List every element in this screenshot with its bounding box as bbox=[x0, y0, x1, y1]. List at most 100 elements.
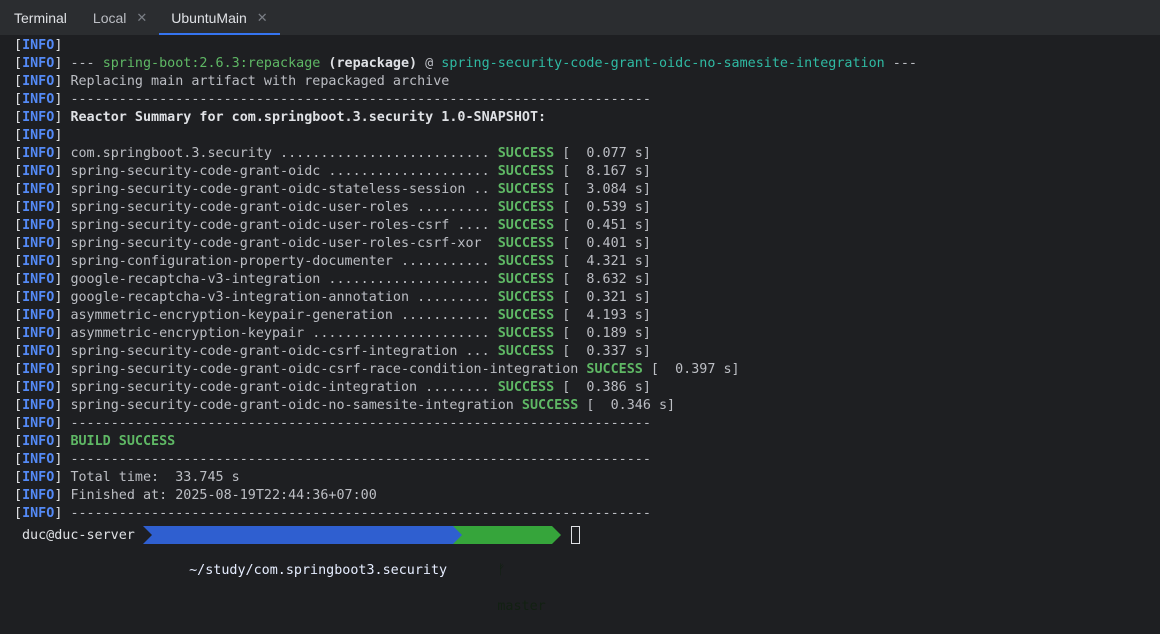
line-text: ----------------------------------------… bbox=[70, 452, 651, 467]
log-bracket: ] bbox=[54, 200, 71, 215]
line-text: [ 4.193 s] bbox=[554, 308, 651, 323]
log-bracket: ] bbox=[54, 236, 71, 251]
status-success: SUCCESS bbox=[497, 218, 555, 233]
status-success: SUCCESS bbox=[497, 146, 555, 161]
log-bracket: [ bbox=[14, 434, 23, 449]
terminal-output[interactable]: [INFO] [INFO] --- spring-boot:2.6.3:repa… bbox=[0, 36, 1160, 523]
terminal-line: [INFO] google-recaptcha-v3-integration-a… bbox=[14, 289, 1160, 307]
line-text: --- bbox=[884, 56, 917, 71]
terminal-line: [INFO] Finished at: 2025-08-19T22:44:36+… bbox=[14, 487, 1160, 505]
log-level: INFO bbox=[22, 506, 55, 521]
shell-prompt[interactable]: duc@duc-server ~/study/com.springboot3.s… bbox=[0, 525, 1160, 614]
log-bracket: ] bbox=[54, 92, 71, 107]
line-text: asymmetric-encryption-keypair ..........… bbox=[70, 326, 498, 341]
status-success: SUCCESS bbox=[497, 200, 555, 215]
terminal-line: [INFO] Replacing main artifact with repa… bbox=[14, 73, 1160, 91]
log-bracket: ] bbox=[54, 434, 71, 449]
log-bracket: [ bbox=[14, 362, 23, 377]
log-bracket: [ bbox=[14, 74, 23, 89]
terminal-cursor bbox=[570, 526, 580, 544]
line-text: [ 0.189 s] bbox=[554, 326, 651, 341]
log-bracket: [ bbox=[14, 200, 23, 215]
status-success: SUCCESS bbox=[497, 326, 555, 341]
prompt-git-segment: ᚠ master bbox=[453, 526, 552, 614]
log-bracket: ] bbox=[54, 290, 71, 305]
status-success: SUCCESS bbox=[497, 236, 555, 251]
log-bracket: [ bbox=[14, 380, 23, 395]
line-text: google-recaptcha-v3-integration ........… bbox=[70, 272, 498, 287]
close-icon[interactable]: ✕ bbox=[136, 10, 147, 26]
segment-separator-icon bbox=[142, 526, 152, 544]
log-bracket: ] bbox=[54, 470, 71, 485]
status-success: BUILD SUCCESS bbox=[70, 434, 176, 449]
line-text: ----------------------------------------… bbox=[70, 92, 651, 107]
line-text: [ 3.084 s] bbox=[554, 182, 651, 197]
line-text: ----------------------------------------… bbox=[70, 416, 651, 431]
log-level: INFO bbox=[22, 164, 55, 179]
log-bracket: ] bbox=[54, 38, 71, 53]
terminal-line: [INFO] spring-security-code-grant-oidc-u… bbox=[14, 217, 1160, 235]
log-bracket: [ bbox=[14, 506, 23, 521]
log-bracket: ] bbox=[54, 362, 71, 377]
log-level: INFO bbox=[22, 146, 55, 161]
log-bracket: ] bbox=[54, 110, 71, 125]
line-text: spring-security-code-grant-oidc ........… bbox=[70, 164, 498, 179]
terminal-line: [INFO] spring-configuration-property-doc… bbox=[14, 253, 1160, 271]
line-text: spring-configuration-property-documenter… bbox=[70, 254, 498, 269]
terminal-line: [INFO] spring-security-code-grant-oidc-u… bbox=[14, 199, 1160, 217]
log-bracket: [ bbox=[14, 164, 23, 179]
log-level: INFO bbox=[22, 56, 55, 71]
line-text: spring-security-code-grant-oidc-stateles… bbox=[70, 182, 498, 197]
log-level: INFO bbox=[22, 200, 55, 215]
log-bracket: [ bbox=[14, 92, 23, 107]
terminal-line: [INFO] bbox=[14, 37, 1160, 55]
log-bracket: [ bbox=[14, 470, 23, 485]
log-level: INFO bbox=[22, 38, 55, 53]
log-bracket: ] bbox=[54, 326, 71, 341]
log-bracket: [ bbox=[14, 38, 23, 53]
log-level: INFO bbox=[22, 308, 55, 323]
log-bracket: [ bbox=[14, 290, 23, 305]
line-text: com.springboot.3.security ..............… bbox=[70, 146, 498, 161]
log-bracket: ] bbox=[54, 272, 71, 287]
line-text: asymmetric-encryption-keypair-generation… bbox=[70, 308, 498, 323]
terminal-line: [INFO] spring-security-code-grant-oidc-i… bbox=[14, 379, 1160, 397]
tab-ubuntumain[interactable]: UbuntuMain ✕ bbox=[159, 0, 281, 35]
line-text: google-recaptcha-v3-integration-annotati… bbox=[70, 290, 498, 305]
status-success: SUCCESS bbox=[521, 398, 579, 413]
log-level: INFO bbox=[22, 434, 55, 449]
line-text: Total time: 33.745 s bbox=[70, 470, 240, 485]
line-text: spring-security-code-grant-oidc-integrat… bbox=[70, 380, 498, 395]
log-level: INFO bbox=[22, 362, 55, 377]
status-success: SUCCESS bbox=[497, 272, 555, 287]
terminal-line: [INFO] spring-security-code-grant-oidc-s… bbox=[14, 181, 1160, 199]
line-text: spring-security-code-grant-oidc-user-rol… bbox=[70, 200, 498, 215]
status-success: SUCCESS bbox=[497, 344, 555, 359]
log-level: INFO bbox=[22, 452, 55, 467]
terminal-line: [INFO] ---------------------------------… bbox=[14, 91, 1160, 109]
line-text: [ 0.401 s] bbox=[554, 236, 651, 251]
line-text: [ 0.077 s] bbox=[554, 146, 651, 161]
line-text: ----------------------------------------… bbox=[70, 506, 651, 521]
line-text: spring-security-code-grant-oidc-user-rol… bbox=[70, 218, 498, 233]
log-level: INFO bbox=[22, 344, 55, 359]
log-bracket: ] bbox=[54, 182, 71, 197]
line-text: [ 0.397 s] bbox=[642, 362, 740, 377]
log-bracket: [ bbox=[14, 254, 23, 269]
line-text: spring-security-code-grant-oidc-no-sames… bbox=[70, 398, 522, 413]
log-bracket: [ bbox=[14, 308, 23, 323]
terminal-line: [INFO] spring-security-code-grant-oidc-u… bbox=[14, 235, 1160, 253]
log-bracket: ] bbox=[54, 488, 71, 503]
log-level: INFO bbox=[22, 218, 55, 233]
log-level: INFO bbox=[22, 128, 55, 143]
tab-local[interactable]: Local ✕ bbox=[81, 0, 159, 35]
log-bracket: [ bbox=[14, 110, 23, 125]
log-level: INFO bbox=[22, 416, 55, 431]
status-success: SUCCESS bbox=[586, 362, 643, 377]
prompt-path: ~/study/com.springboot3.security bbox=[189, 563, 448, 578]
terminal-line: [INFO] spring-security-code-grant-oidc-c… bbox=[14, 361, 1160, 379]
line-text: spring-boot:2.6.3:repackage bbox=[102, 56, 321, 71]
git-branch-icon: ᚠ bbox=[497, 563, 506, 578]
log-bracket: [ bbox=[14, 272, 23, 287]
close-icon[interactable]: ✕ bbox=[257, 10, 268, 26]
